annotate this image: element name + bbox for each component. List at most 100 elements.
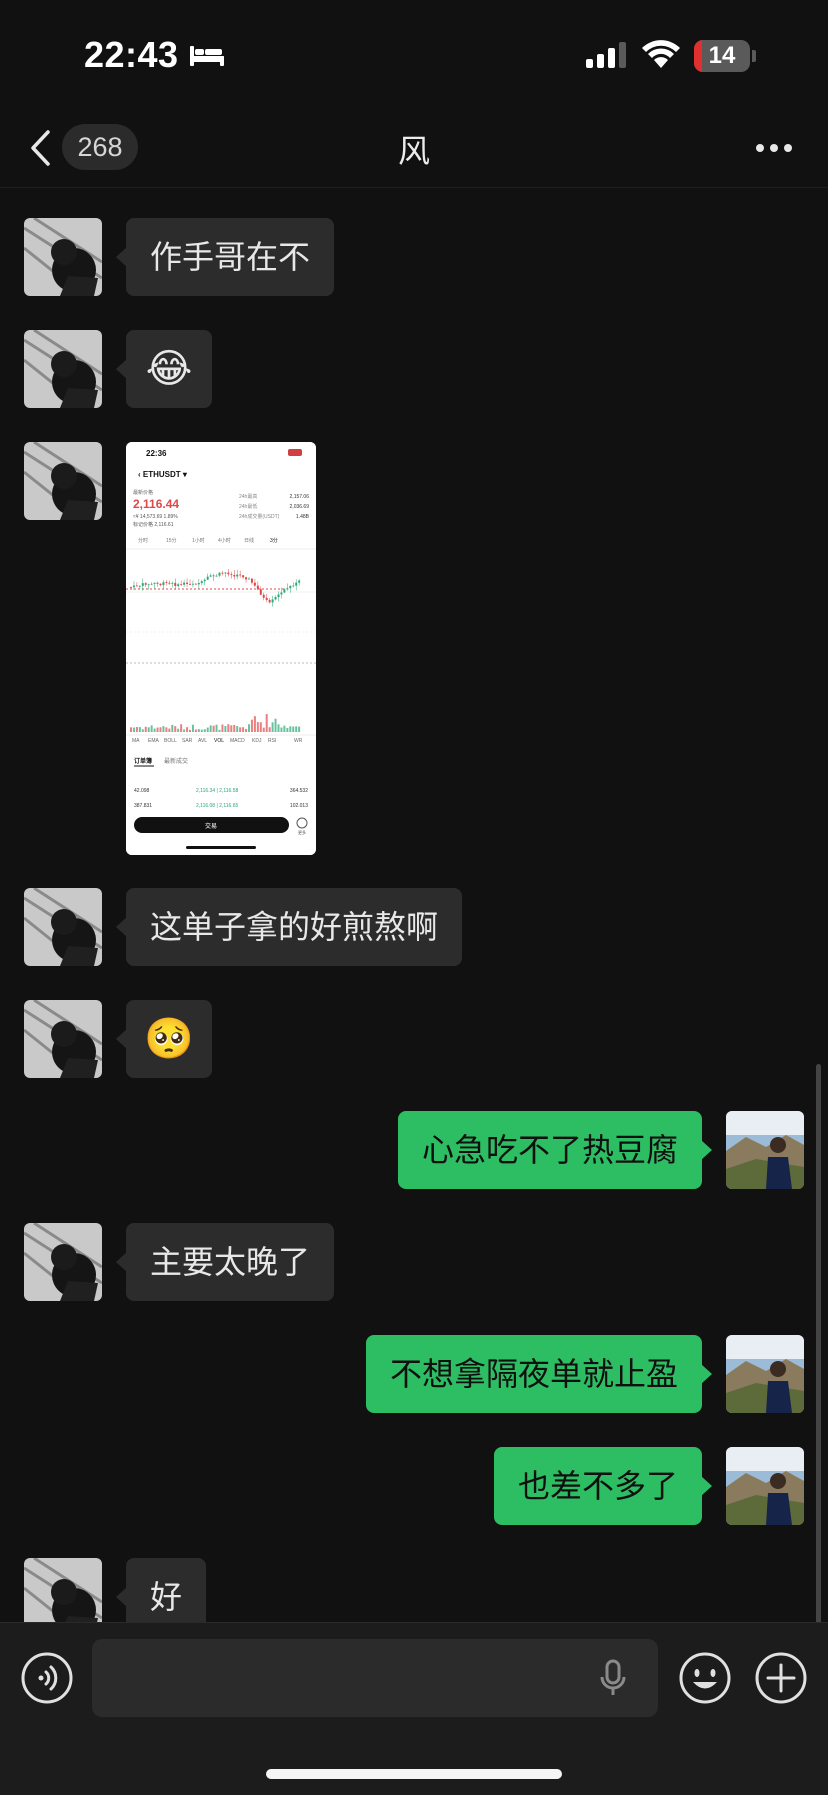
battery-indicator: 14 bbox=[694, 40, 756, 72]
shot-candle-body bbox=[250, 578, 253, 583]
message-list[interactable]: 作手哥在不 😂 22:36 ‹ ETHUSDT ▾ 最新价格 2,116.44 … bbox=[0, 188, 828, 1622]
shot-volume-bar bbox=[268, 727, 271, 732]
shot-volume-bar bbox=[283, 725, 286, 732]
shot-candle-body bbox=[218, 572, 221, 576]
voice-mode-icon[interactable] bbox=[20, 1651, 74, 1705]
svg-text:SAR: SAR bbox=[182, 738, 193, 744]
chat-scrollbar[interactable] bbox=[816, 1064, 821, 1622]
shot-volume-bar bbox=[218, 729, 221, 732]
emoji-message-bubble[interactable]: 😂 bbox=[116, 330, 212, 408]
svg-text:1小时: 1小时 bbox=[192, 537, 205, 544]
shot-volume-bar bbox=[159, 727, 162, 732]
message-bubble[interactable]: 不想拿隔夜单就止盈 bbox=[365, 1335, 713, 1413]
shot-candle-body bbox=[177, 584, 180, 587]
shot-volume-bar bbox=[250, 719, 253, 732]
message-bubble[interactable]: 作手哥在不 bbox=[115, 218, 335, 296]
svg-text:更多: 更多 bbox=[298, 829, 306, 835]
svg-text:1.48B: 1.48B bbox=[296, 514, 310, 520]
shot-volume-bar bbox=[165, 727, 168, 732]
shot-candle-body bbox=[271, 599, 274, 603]
shot-volume-bar bbox=[174, 726, 177, 732]
shot-candle-body bbox=[233, 575, 236, 577]
shot-volume-bar bbox=[280, 727, 283, 732]
contact-avatar[interactable] bbox=[24, 442, 102, 520]
message-bubble[interactable]: 好 bbox=[115, 1558, 207, 1622]
contact-avatar[interactable] bbox=[24, 1000, 102, 1078]
shot-candle-body bbox=[159, 583, 162, 586]
battery-percent: 14 bbox=[708, 42, 736, 69]
shot-volume-bar bbox=[233, 725, 236, 732]
svg-text:2,036.69: 2,036.69 bbox=[290, 504, 310, 510]
my-avatar[interactable] bbox=[726, 1111, 804, 1189]
shot-candle-body bbox=[183, 582, 186, 585]
my-avatar[interactable] bbox=[726, 1335, 804, 1413]
shot-volume-bar bbox=[253, 716, 256, 732]
shot-candle-body bbox=[144, 583, 147, 585]
my-avatar[interactable] bbox=[726, 1447, 804, 1525]
svg-text:2,116.08 | 2,116.65: 2,116.08 | 2,116.65 bbox=[196, 803, 238, 809]
shot-candle-body bbox=[147, 584, 150, 586]
message-incoming: 🥺 bbox=[0, 1000, 828, 1078]
message-bubble[interactable]: 心急吃不了热豆腐 bbox=[397, 1111, 713, 1189]
add-attachment-icon[interactable] bbox=[754, 1651, 808, 1705]
svg-text:标记价格 2,116.61: 标记价格 2,116.61 bbox=[133, 521, 174, 528]
contact-avatar[interactable] bbox=[24, 1223, 102, 1301]
svg-text:2,157.06: 2,157.06 bbox=[290, 494, 310, 500]
shot-candle-body bbox=[262, 594, 265, 598]
shot-volume-bar bbox=[135, 727, 138, 732]
shot-candle-body bbox=[274, 597, 277, 600]
shot-status-time: 22:36 bbox=[146, 449, 167, 458]
shot-volume-bar bbox=[156, 727, 159, 732]
contact-avatar[interactable] bbox=[24, 330, 102, 408]
microphone-icon[interactable] bbox=[600, 1659, 626, 1697]
message-input[interactable] bbox=[92, 1639, 658, 1717]
shot-candle-body bbox=[209, 575, 212, 577]
contact-avatar[interactable] bbox=[24, 888, 102, 966]
shot-candle-body bbox=[165, 582, 168, 583]
svg-text:≈¥ 14,573.69 1.89%: ≈¥ 14,573.69 1.89% bbox=[133, 514, 178, 520]
svg-text:AVL: AVL bbox=[198, 738, 207, 744]
shot-volume-bar bbox=[171, 724, 174, 732]
shot-candle-body bbox=[153, 582, 156, 584]
shot-candle-body bbox=[248, 578, 250, 580]
svg-text:WR: WR bbox=[294, 738, 303, 744]
shot-candle-body bbox=[200, 581, 203, 584]
shot-candle-body bbox=[245, 577, 248, 580]
shot-candle-body bbox=[191, 583, 194, 585]
shot-volume-bar bbox=[189, 729, 191, 732]
shot-volume-bar bbox=[141, 729, 144, 732]
svg-text:KDJ: KDJ bbox=[252, 738, 262, 744]
shot-volume-bar bbox=[227, 724, 230, 732]
shot-candle-body bbox=[292, 585, 295, 587]
shot-volume-bar bbox=[248, 724, 250, 732]
shot-candle-body bbox=[259, 589, 262, 595]
shot-volume-bar bbox=[245, 728, 248, 732]
svg-text:387.831: 387.831 bbox=[134, 803, 152, 809]
bed-icon bbox=[190, 46, 224, 66]
shot-volume-bar bbox=[203, 729, 206, 732]
shot-volume-bar bbox=[162, 726, 165, 732]
shot-candle-body bbox=[224, 572, 227, 574]
shot-candle-body bbox=[242, 575, 245, 578]
shot-candle-body bbox=[180, 584, 183, 586]
message-bubble[interactable]: 这单子拿的好煎熬啊 bbox=[115, 888, 463, 966]
shot-volume-bar bbox=[197, 729, 200, 732]
shot-volume-bar bbox=[200, 729, 203, 732]
shot-candle-body bbox=[194, 583, 197, 585]
cellular-signal-icon bbox=[586, 42, 626, 68]
emoji-picker-icon[interactable] bbox=[678, 1651, 732, 1705]
emoji-message-bubble[interactable]: 🥺 bbox=[116, 1000, 212, 1078]
contact-avatar[interactable] bbox=[24, 1558, 102, 1622]
svg-text:RSI: RSI bbox=[268, 738, 276, 744]
message-bubble[interactable]: 主要太晚了 bbox=[115, 1223, 335, 1301]
shot-volume-bar bbox=[183, 729, 186, 732]
message-bubble[interactable]: 也差不多了 bbox=[493, 1447, 713, 1525]
shot-volume-bar bbox=[236, 726, 239, 732]
contact-avatar[interactable] bbox=[24, 218, 102, 296]
shot-candle-body bbox=[253, 582, 256, 586]
more-options-icon[interactable] bbox=[754, 142, 794, 154]
svg-text:EMA: EMA bbox=[148, 738, 160, 744]
shot-symbol: ‹ ETHUSDT ▾ bbox=[138, 470, 188, 479]
shared-screenshot-image[interactable]: 22:36 ‹ ETHUSDT ▾ 最新价格 2,116.44 ≈¥ 14,57… bbox=[126, 442, 316, 855]
chat-nav-bar: 268 风 bbox=[0, 110, 828, 188]
